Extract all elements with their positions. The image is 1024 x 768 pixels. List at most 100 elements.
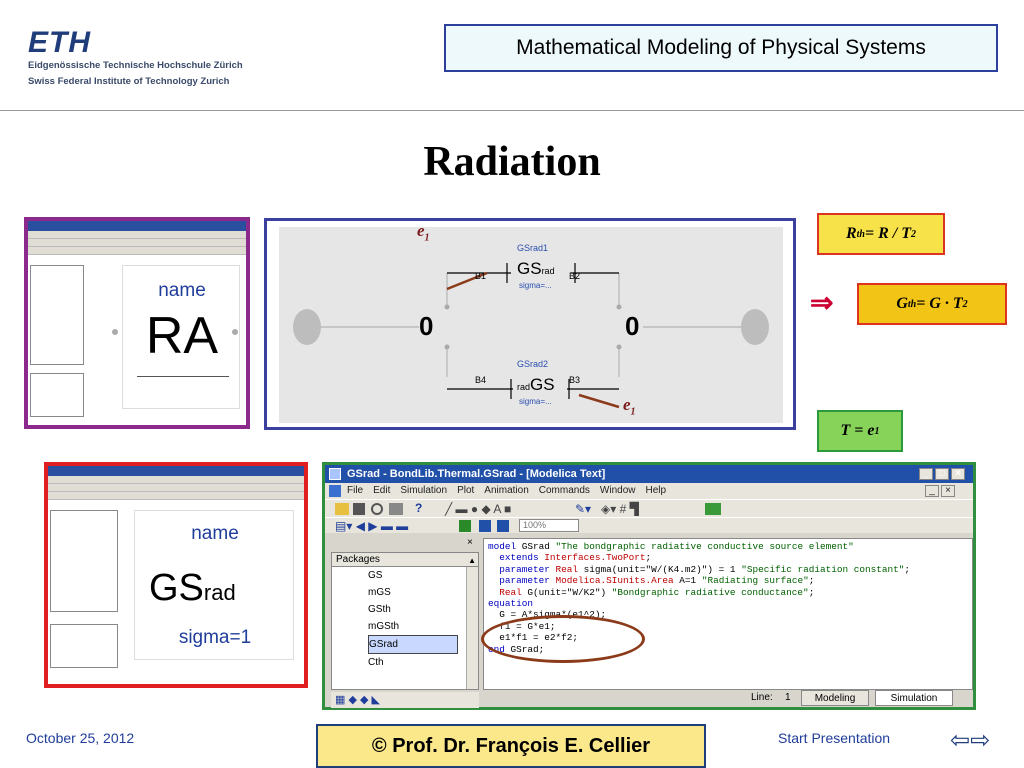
- modelica-text-window: GSrad - BondLib.Thermal.GSrad - [Modelic…: [322, 462, 976, 710]
- help-pointer-icon[interactable]: ?: [415, 501, 422, 515]
- search-icon[interactable]: [371, 503, 383, 515]
- nav-icons[interactable]: ▦ ◆ ◆ ◣: [335, 693, 380, 706]
- window-titlebar: [28, 221, 246, 231]
- header-divider: [0, 110, 1024, 111]
- window-menubar: [48, 476, 304, 484]
- tree-item-mgs[interactable]: mGS: [368, 584, 478, 601]
- slide-title: Radiation: [423, 139, 601, 185]
- ra-port-right: [232, 329, 238, 335]
- minimize-icon[interactable]: _: [919, 468, 933, 480]
- gsrad-editor-screenshot: name GSrad sigma=1: [44, 462, 308, 688]
- start-presentation-link[interactable]: Start Presentation: [778, 730, 890, 746]
- save-icon[interactable]: [353, 503, 365, 515]
- ra-name-label: name: [158, 280, 206, 301]
- packages-tree: [30, 265, 84, 365]
- tree-item-gs[interactable]: GS: [368, 567, 478, 584]
- implies-arrow: ⇒: [810, 287, 834, 318]
- window-toolbar-2: [28, 247, 246, 255]
- components-tree: [50, 624, 118, 668]
- course-title: Mathematical Modeling of Physical System…: [516, 36, 926, 59]
- menu-commands[interactable]: Commands: [539, 485, 590, 496]
- zoom-select[interactable]: 100%: [519, 519, 579, 532]
- fill-color-icon[interactable]: ◈▾ # ▜: [601, 502, 639, 516]
- b3-label: B3: [569, 375, 581, 385]
- tree-item-gsth[interactable]: GSth: [368, 601, 478, 618]
- param-bottom: sigma=...: [519, 397, 552, 406]
- packages-pane: Packages ▲ GS mGS GSth mGSth GSrad Cth: [331, 552, 479, 690]
- draw-tools-icon[interactable]: ╱ ▬ ● ◆ A ■: [445, 502, 511, 516]
- gsrad2-label: GSrad2: [517, 359, 549, 369]
- menu-animation[interactable]: Animation: [484, 485, 528, 496]
- gs-bottom-label: radGS: [517, 375, 555, 394]
- zero-junction-right: 0: [625, 311, 640, 341]
- diagram-view-icon[interactable]: [479, 520, 491, 532]
- gth-formula-box: Gth = G · T 2: [857, 283, 1007, 325]
- e1-label-top: e1: [417, 221, 430, 244]
- window-menubar: File Edit Simulation Plot Animation Commands W…: [325, 483, 973, 499]
- document-icon: [329, 485, 341, 497]
- child-minimize-icon[interactable]: _: [925, 485, 939, 497]
- gs-top-label: GSrad: [517, 259, 555, 278]
- print-icon[interactable]: [389, 503, 403, 515]
- tree-item-gsrad-selected[interactable]: GSrad: [368, 635, 458, 654]
- window-titlebar[interactable]: GSrad - BondLib.Thermal.GSrad - [Modelic…: [325, 465, 973, 483]
- zero-junction-left: 0: [419, 311, 434, 341]
- tree-item-mgsth[interactable]: mGSth: [368, 618, 478, 635]
- modeling-button[interactable]: Modeling: [801, 690, 869, 706]
- second-toolbar: ▤▾ ◀ ▶ ▬ ▬ 100%: [325, 517, 973, 533]
- menu-file[interactable]: File: [347, 485, 363, 496]
- highlight-ellipse: [481, 615, 645, 663]
- author-name: © Prof. Dr. François E. Cellier: [371, 734, 651, 757]
- menu-plot[interactable]: Plot: [457, 485, 474, 496]
- tree-scrollbar[interactable]: [466, 567, 478, 689]
- packages-header: Packages ▲: [332, 553, 478, 567]
- navigation-arrows-icon[interactable]: ⇦⇨: [950, 726, 990, 755]
- footer-date: October 25, 2012: [26, 730, 135, 746]
- diagram-canvas: GSrad1 GSrad sigma=... B1 B2 0 0 GSrad2 …: [279, 227, 783, 423]
- ra-big-label: RA: [145, 307, 219, 365]
- eth-logo: ETH: [28, 26, 91, 59]
- b1-label: B1: [475, 271, 487, 281]
- gs-param-label: sigma=1: [178, 627, 252, 648]
- info-icon[interactable]: [459, 520, 471, 532]
- line-color-icon[interactable]: ✎▾: [575, 502, 591, 516]
- left-port-ellipse: [293, 309, 321, 345]
- b4-label: B4: [475, 375, 487, 385]
- right-port-ellipse: [741, 309, 769, 345]
- child-close-icon[interactable]: ×: [941, 485, 955, 497]
- text-view-icon[interactable]: [497, 520, 509, 532]
- tree-item-cth[interactable]: Cth: [368, 654, 478, 671]
- param-top: sigma=...: [519, 281, 552, 290]
- pane-close-icon[interactable]: ×: [467, 537, 473, 548]
- packages-label: Packages: [336, 554, 380, 565]
- gs-icon-area: name GSrad sigma=1: [134, 510, 294, 660]
- junction-dot: [616, 304, 622, 310]
- ra-editor-screenshot: name RA: [24, 217, 250, 429]
- window-menubar: [28, 231, 246, 239]
- window-toolbar: [28, 239, 246, 247]
- code-editor[interactable]: model GSrad "The bondgraphic radiative c…: [483, 538, 973, 690]
- author-box: © Prof. Dr. François E. Cellier: [316, 724, 706, 768]
- library-icon[interactable]: ▤▾ ◀ ▶ ▬ ▬: [335, 519, 408, 533]
- check-icon[interactable]: [705, 503, 721, 515]
- window-titlebar: [48, 466, 304, 476]
- status-bar: Line: 1 Modeling Simulation: [751, 690, 973, 708]
- junction-dot: [444, 344, 450, 350]
- gs-name-label: name: [191, 523, 239, 544]
- maximize-icon[interactable]: □: [935, 468, 949, 480]
- e1-arrow-bottom: [578, 393, 620, 409]
- scroll-up-icon[interactable]: ▲: [468, 554, 476, 568]
- main-toolbar: ? ╱ ▬ ● ◆ A ■ ✎▾ ◈▾ # ▜: [325, 499, 973, 517]
- packages-tree: [50, 510, 118, 612]
- menu-edit[interactable]: Edit: [373, 485, 390, 496]
- course-title-box: Mathematical Modeling of Physical System…: [444, 24, 998, 72]
- package-tree-list: GS mGS GSth mGSth GSrad Cth: [332, 567, 478, 671]
- open-icon[interactable]: [335, 503, 349, 515]
- menu-help[interactable]: Help: [645, 485, 666, 496]
- close-icon[interactable]: ×: [951, 468, 965, 480]
- simulation-button[interactable]: Simulation: [875, 690, 953, 706]
- b2-label: B2: [569, 271, 581, 281]
- menu-window[interactable]: Window: [600, 485, 636, 496]
- bond-graph-diagram: GSrad1 GSrad sigma=... B1 B2 0 0 GSrad2 …: [264, 218, 796, 430]
- menu-simulation[interactable]: Simulation: [400, 485, 447, 496]
